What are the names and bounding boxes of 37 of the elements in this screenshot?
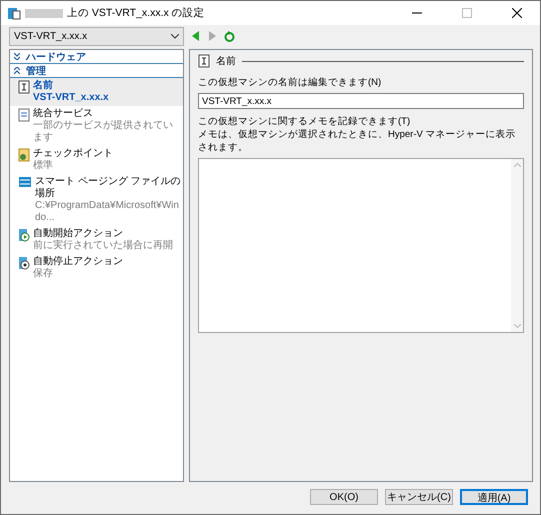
forward-arrow-icon[interactable] [208, 31, 216, 41]
tree-item[interactable]: 自動停止アクション 保存 [10, 254, 183, 282]
redacted-host-name [25, 8, 63, 18]
settings-window-icon [7, 6, 21, 20]
tree-item[interactable]: 自動開始アクション 前に実行されていた場合に再開 [10, 226, 183, 254]
dialog-button[interactable]: キャンセル(C) [385, 489, 453, 505]
play-icon [18, 228, 30, 242]
vm-selector-dropdown[interactable]: VST-VRT_x.xx.x [9, 26, 184, 46]
document-icon [18, 108, 30, 122]
text-cursor-icon [198, 54, 210, 68]
notes-label: この仮想マシンに関するメモを記録できます(T) [198, 115, 412, 128]
notes-hint: メモは、仮想マシンが選択されたときに、Hyper-V マネージャーに表示されます。 [198, 128, 516, 154]
tree-item[interactable]: スマート ページング ファイルの場所 C:¥ProgramData¥Microsoft¥Windo... [10, 174, 183, 226]
name-label: この仮想マシンの名前は編集できます(N) [198, 76, 382, 89]
notes-field[interactable] [198, 158, 524, 333]
dialog-button[interactable]: 適用(A) [460, 489, 528, 505]
panel-heading: 名前 [216, 55, 236, 68]
scroll-up-icon[interactable] [514, 163, 520, 167]
server-icon [18, 176, 32, 188]
close-icon [512, 8, 522, 18]
double-chevron-up-icon [14, 67, 20, 74]
tree-item[interactable]: 名前 VST-VRT_x.xx.x [10, 78, 183, 106]
back-arrow-icon[interactable] [192, 31, 200, 41]
name-field[interactable]: VST-VRT_x.xx.x [198, 93, 524, 109]
section-header[interactable]: ハードウェア [10, 50, 183, 64]
stop-icon [18, 256, 30, 270]
maximize-icon [462, 8, 472, 18]
checkpoint-icon [18, 148, 30, 162]
double-chevron-down-icon [14, 53, 20, 60]
tree-item[interactable]: 統合サービス 一部のサービスが提供されています [10, 106, 183, 146]
chevron-down-icon [171, 34, 179, 38]
text-cursor-icon [18, 80, 30, 94]
refresh-icon[interactable] [224, 30, 235, 42]
dialog-button[interactable]: OK(O) [310, 489, 378, 505]
window-title: 上の VST-VRT_x.xx.x の設定 [67, 6, 206, 20]
scroll-down-icon[interactable] [514, 324, 520, 328]
tree-item[interactable]: チェックポイント 標準 [10, 146, 183, 174]
